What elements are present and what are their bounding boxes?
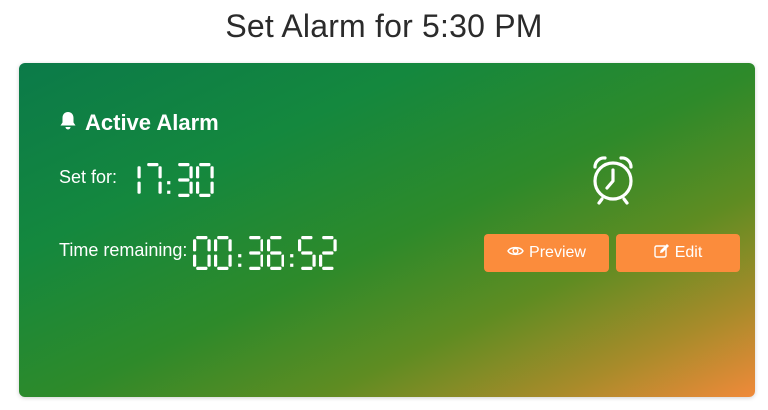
time-remaining-label: Time remaining: (59, 240, 188, 260)
lcd-colon (289, 254, 294, 267)
page-title: Set Alarm for 5:30 PM (225, 8, 543, 44)
alarm-card: Active Alarm Set for: Time remaining: Pr… (19, 63, 755, 397)
lcd-digit (214, 236, 233, 270)
card-header: Active Alarm (59, 110, 219, 136)
eye-icon (507, 244, 524, 262)
set-for-value (123, 163, 217, 197)
bell-icon (59, 111, 77, 136)
alarm-clock-icon (585, 153, 641, 210)
edit-label: Edit (674, 244, 703, 261)
lcd-digit (298, 236, 316, 270)
time-remaining-value (193, 236, 340, 270)
lcd-digit (193, 236, 212, 270)
set-for-row: Set for: (59, 163, 217, 197)
lcd-digit (137, 166, 141, 194)
lcd-colon (237, 254, 241, 267)
edit-button[interactable]: Edit (616, 234, 740, 272)
lcd-digit (319, 236, 337, 270)
preview-label: Preview (529, 244, 586, 261)
lcd-digit (147, 163, 162, 194)
lcd-digit (196, 163, 215, 197)
set-for-label: Set for: (59, 167, 118, 187)
lcd-digit (178, 163, 194, 197)
lcd-digit (266, 236, 285, 270)
lcd-colon (167, 181, 171, 194)
lcd-digit (248, 236, 264, 270)
preview-button[interactable]: Preview (484, 234, 609, 272)
edit-icon (654, 243, 670, 264)
time-remaining-row: Time remaining: (59, 236, 340, 270)
card-title: Active Alarm (85, 110, 219, 135)
